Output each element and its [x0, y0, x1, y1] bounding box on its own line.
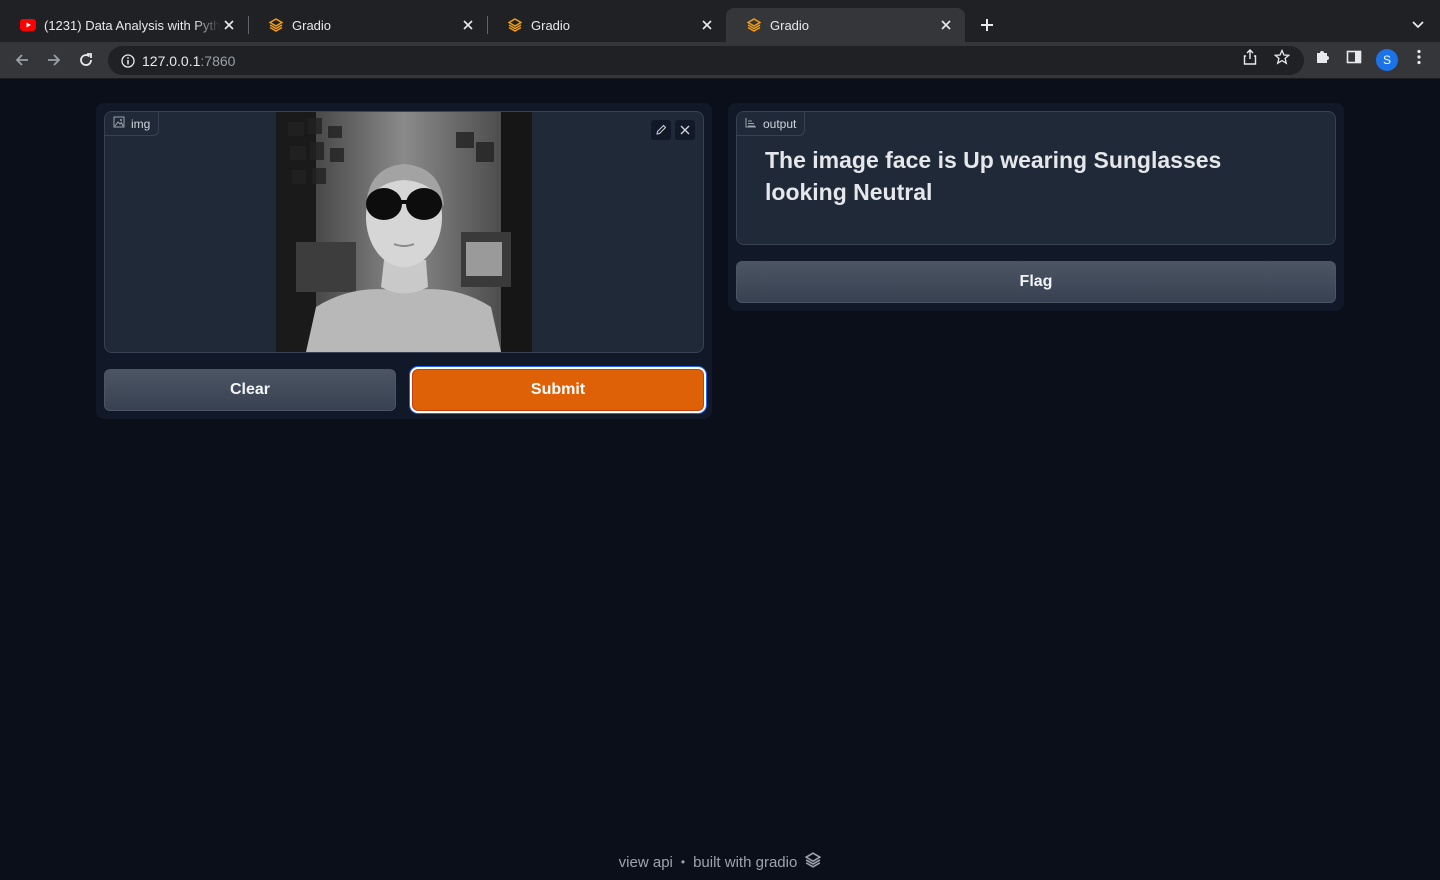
- reload-button[interactable]: [74, 48, 98, 72]
- image-label: img: [105, 112, 160, 136]
- forward-button[interactable]: [42, 48, 66, 72]
- back-button[interactable]: [10, 48, 34, 72]
- input-panel: img Clear Submit: [96, 103, 712, 419]
- browser-tab-gradio-2[interactable]: Gradio: [487, 8, 726, 42]
- new-tab-button[interactable]: [975, 13, 999, 37]
- close-icon: [680, 125, 690, 135]
- close-tab-icon[interactable]: [459, 16, 477, 34]
- view-api-link[interactable]: view api: [619, 854, 673, 871]
- plus-icon: [981, 19, 993, 31]
- gradio-icon: [746, 17, 762, 33]
- close-tab-icon[interactable]: [220, 16, 238, 34]
- address-bar[interactable]: 127.0.0.1:7860: [108, 46, 1304, 75]
- tab-search-button[interactable]: [1406, 13, 1430, 37]
- gradio-icon: [507, 17, 523, 33]
- bookmark-star-icon[interactable]: [1272, 47, 1292, 67]
- info-icon[interactable]: [120, 53, 136, 69]
- edit-image-button[interactable]: [651, 120, 671, 140]
- clear-button[interactable]: Clear: [104, 369, 396, 411]
- close-tab-icon[interactable]: [937, 16, 955, 34]
- url-host: 127.0.0.1: [142, 52, 201, 69]
- arrow-left-icon: [15, 54, 28, 66]
- submit-button[interactable]: Submit: [412, 369, 704, 411]
- image-icon: [113, 116, 125, 131]
- pencil-icon: [656, 124, 667, 135]
- remove-image-button[interactable]: [675, 120, 695, 140]
- image-input-block[interactable]: img: [104, 111, 704, 353]
- output-label: output: [737, 112, 806, 136]
- tab-title: Gradio: [292, 17, 332, 33]
- side-panel-icon[interactable]: [1344, 47, 1364, 67]
- browser-tab-youtube[interactable]: (1231) Data Analysis with Pytho: [0, 8, 248, 42]
- share-icon[interactable]: [1240, 47, 1260, 67]
- tab-title: (1231) Data Analysis with Pytho: [44, 17, 220, 33]
- output-text: The image face is Up wearing Sunglasses …: [765, 147, 1222, 205]
- reload-icon: [80, 53, 92, 66]
- gradio-logo-icon: [804, 852, 822, 872]
- arrow-right-icon: [48, 54, 61, 66]
- footer: view api • built with gradio: [0, 852, 1440, 872]
- profile-avatar[interactable]: S: [1376, 49, 1398, 71]
- image-label-text: img: [131, 116, 151, 131]
- text-lines-icon: [745, 116, 757, 131]
- footer-separator: •: [680, 855, 686, 869]
- tab-title: Gradio: [770, 17, 810, 33]
- youtube-icon: [20, 17, 36, 33]
- close-tab-icon[interactable]: [698, 16, 716, 34]
- chevron-down-icon: [1412, 21, 1424, 29]
- browser-toolbar: 127.0.0.1:7860 S: [0, 42, 1440, 79]
- built-with-gradio-link[interactable]: built with gradio: [693, 854, 797, 871]
- uploaded-photo: [276, 112, 532, 352]
- output-label-text: output: [763, 116, 797, 131]
- output-textbox-block: output The image face is Up wearing Sung…: [736, 111, 1336, 245]
- browser-menu-icon[interactable]: [1409, 47, 1429, 67]
- browser-tab-strip: (1231) Data Analysis with Pytho Gradio G…: [0, 0, 1440, 42]
- extensions-puzzle-icon[interactable]: [1312, 47, 1332, 67]
- output-panel: output The image face is Up wearing Sung…: [728, 103, 1344, 311]
- browser-tab-gradio-active[interactable]: Gradio: [726, 8, 965, 42]
- gradio-icon: [268, 17, 284, 33]
- flag-button[interactable]: Flag: [736, 261, 1336, 303]
- tab-title: Gradio: [531, 17, 571, 33]
- browser-tab-gradio-1[interactable]: Gradio: [248, 8, 487, 42]
- url-port: :7860: [200, 52, 236, 69]
